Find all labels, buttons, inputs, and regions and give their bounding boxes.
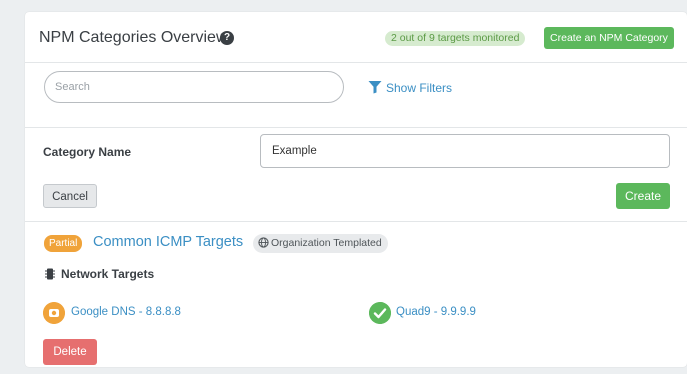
category-name-input[interactable] xyxy=(260,134,670,168)
question-circle-icon[interactable]: ? xyxy=(220,31,234,45)
check-circle-icon xyxy=(369,302,391,324)
new-category-form: Category Name Cancel Create xyxy=(25,128,687,222)
page-title: NPM Categories Overview xyxy=(39,29,228,46)
monitored-count-badge: 2 out of 9 targets monitored xyxy=(385,31,526,46)
target-google-dns[interactable]: Google DNS - 8.8.8.8 xyxy=(71,306,181,318)
organization-templated-badge: Organization Templated xyxy=(253,234,388,253)
network-targets-title: Network Targets xyxy=(61,267,155,281)
npm-categories-card: NPM Categories Overview ? 2 out of 9 tar… xyxy=(25,12,687,367)
cancel-button[interactable]: Cancel xyxy=(43,184,97,208)
category-item: Partial Common ICMP Targets Organization… xyxy=(25,222,687,367)
organization-templated-label: Organization Templated xyxy=(271,237,382,249)
category-name-link[interactable]: Common ICMP Targets xyxy=(93,234,243,250)
target-quad9[interactable]: Quad9 - 9.9.9.9 xyxy=(396,306,476,318)
search-input[interactable] xyxy=(44,71,344,103)
category-name-label: Category Name xyxy=(43,145,132,159)
search-row: Show Filters xyxy=(25,63,687,128)
filter-icon[interactable] xyxy=(368,80,382,94)
create-npm-category-button[interactable]: Create an NPM Category xyxy=(544,27,674,49)
chip-icon xyxy=(45,268,55,280)
globe-icon xyxy=(258,237,269,248)
status-badge: Partial xyxy=(44,235,83,252)
delete-button[interactable]: Delete xyxy=(43,339,97,365)
warning-icon xyxy=(43,302,65,324)
show-filters-link[interactable]: Show Filters xyxy=(386,81,452,95)
create-button[interactable]: Create xyxy=(616,183,670,209)
card-header: NPM Categories Overview ? 2 out of 9 tar… xyxy=(25,12,687,63)
